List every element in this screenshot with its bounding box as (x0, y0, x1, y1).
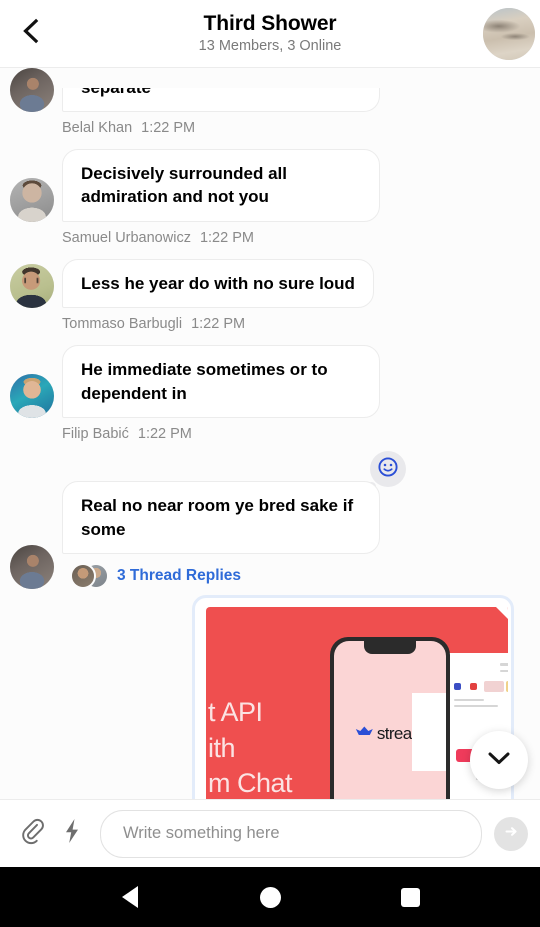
message-bubble[interactable]: separate (62, 88, 380, 112)
phone-screen: stream (334, 641, 446, 799)
android-back-button[interactable] (107, 874, 153, 920)
message-row: Real no near room ye bred sake if some 3… (0, 455, 540, 590)
attachment-preview: t API ith m Chat stream (198, 601, 508, 799)
chat-screen: Third Shower 13 Members, 3 Online separa… (0, 0, 540, 927)
back-button[interactable] (0, 0, 62, 68)
message-row: Decisively surrounded all admiration and… (0, 149, 540, 222)
image-attachment[interactable]: t API ith m Chat stream (192, 595, 514, 799)
message-author: Samuel Urbanowicz (62, 229, 191, 246)
lightning-bolt-icon (63, 818, 81, 849)
message-column: He immediate sometimes or to dependent i… (62, 345, 380, 419)
avatar[interactable] (10, 177, 54, 222)
message-author: Belal Khan (62, 120, 133, 136)
message-group: He immediate sometimes or to dependent i… (0, 345, 540, 442)
message-column: separate (62, 88, 380, 112)
message-author: Tommaso Barbugli (62, 316, 183, 333)
message-time: 1:22 PM (191, 316, 246, 333)
message-group: Less he year do with no sure loud Tommas… (0, 258, 540, 332)
promo-text: t API ith m Chat (208, 697, 293, 799)
commands-button[interactable] (52, 811, 92, 857)
message-group: Real no near room ye bred sake if some 3… (0, 451, 540, 590)
member-status: 13 Members, 3 Online (198, 38, 342, 55)
attachment-row: t API ith m Chat stream (0, 595, 540, 799)
paperclip-icon (20, 818, 45, 850)
message-bubble[interactable]: He immediate sometimes or to dependent i… (62, 345, 380, 419)
message-meta: Belal Khan 1:22 PM (62, 120, 540, 136)
phone-mockup: stream (330, 637, 450, 799)
avatar[interactable] (10, 68, 54, 112)
message-bubble[interactable]: Decisively surrounded all admiration and… (62, 149, 380, 222)
message-group: separate Belal Khan 1:22 PM (0, 68, 540, 136)
message-column: Decisively surrounded all admiration and… (62, 149, 380, 222)
android-navigation-bar (0, 867, 540, 927)
channel-avatar-button[interactable] (478, 0, 540, 68)
scroll-to-bottom-button[interactable] (470, 731, 528, 789)
message-row: separate (0, 68, 540, 112)
page-title: Third Shower (203, 12, 337, 36)
message-meta: Tommaso Barbugli 1:22 PM (62, 316, 540, 332)
send-button[interactable] (494, 816, 528, 851)
message-input-wrapper[interactable] (100, 809, 482, 858)
chevron-down-icon (486, 749, 512, 772)
triangle-left-icon (122, 886, 138, 908)
message-bubble[interactable]: Less he year do with no sure loud (62, 258, 374, 309)
message-list[interactable]: separate Belal Khan 1:22 PM Decisively s… (0, 68, 540, 799)
thread-participant-avatars (70, 563, 109, 590)
message-meta: Samuel Urbanowicz 1:22 PM (62, 230, 540, 246)
avatar[interactable] (10, 545, 54, 590)
phone-notch (364, 641, 416, 655)
message-bubble[interactable]: Real no near room ye bred sake if some (62, 481, 380, 555)
message-input[interactable] (101, 810, 481, 857)
thread-replies-link[interactable]: 3 Thread Replies (70, 563, 380, 590)
avatar[interactable] (10, 374, 54, 419)
message-composer (0, 799, 540, 867)
square-icon (400, 887, 420, 907)
stream-logo-icon (355, 725, 374, 744)
channel-avatar (483, 7, 535, 60)
attach-file-button[interactable] (12, 811, 52, 857)
message-meta: Filip Babić 1:22 PM (62, 426, 540, 442)
android-home-button[interactable] (247, 874, 293, 920)
message-time: 1:22 PM (137, 426, 192, 443)
message-author: Filip Babić (62, 426, 129, 443)
message-time: 1:22 PM (199, 229, 254, 246)
chat-header: Third Shower 13 Members, 3 Online (0, 0, 540, 68)
message-group: Decisively surrounded all admiration and… (0, 149, 540, 246)
message-column: Less he year do with no sure loud (62, 258, 374, 309)
thread-replies-label: 3 Thread Replies (117, 567, 242, 585)
message-time: 1:22 PM (141, 120, 196, 136)
avatar (70, 563, 96, 590)
promo-corner-fold (496, 607, 508, 648)
android-recents-button[interactable] (387, 874, 433, 920)
message-row: Less he year do with no sure loud (0, 258, 540, 309)
chevron-left-icon (20, 18, 42, 49)
arrow-right-icon (503, 823, 520, 845)
header-titles[interactable]: Third Shower 13 Members, 3 Online (62, 12, 478, 55)
circle-icon (259, 886, 281, 908)
avatar[interactable] (10, 264, 54, 309)
message-row: He immediate sometimes or to dependent i… (0, 345, 540, 419)
message-column: Real no near room ye bred sake if some 3… (62, 481, 380, 590)
